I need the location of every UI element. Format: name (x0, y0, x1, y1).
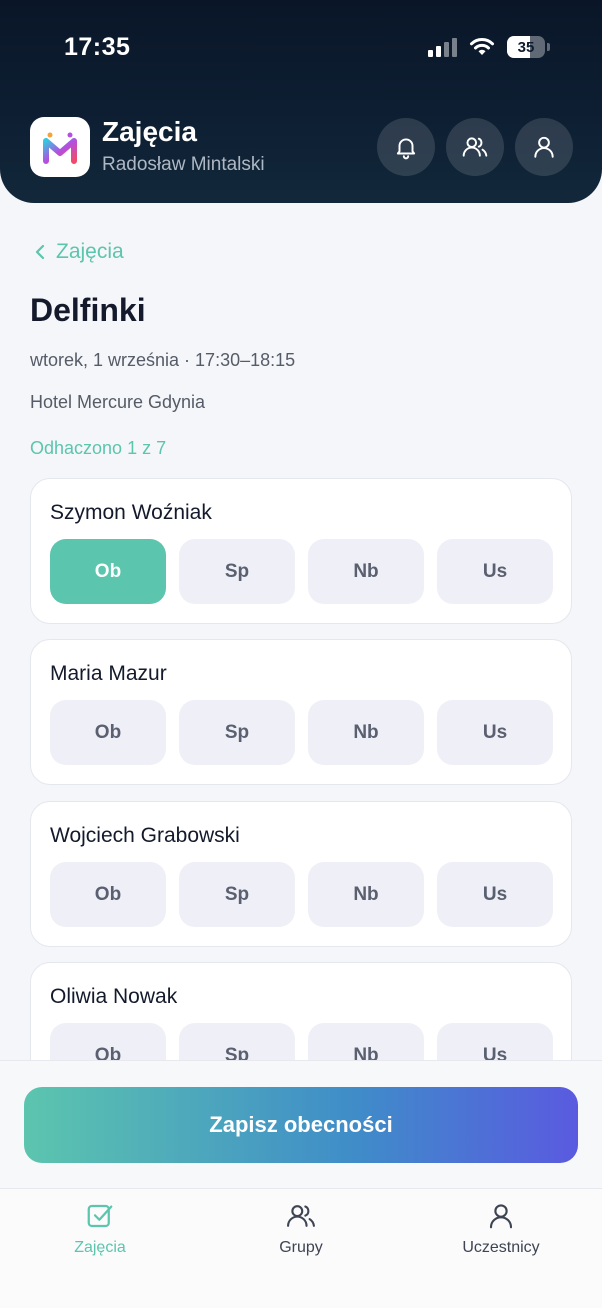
header-subtitle: Radosław Mintalski (102, 154, 265, 175)
attendance-options: Ob Sp Nb Us (50, 700, 553, 765)
nav-item-uczestnicy[interactable]: Uczestnicy (421, 1201, 581, 1257)
attendance-option-us[interactable]: Us (437, 700, 553, 765)
save-bar: Zapisz obecności (0, 1060, 602, 1188)
attendance-options: Ob Sp Nb Us (50, 862, 553, 927)
nav-item-grupy[interactable]: Grupy (221, 1201, 381, 1257)
participant-card: Wojciech Grabowski Ob Sp Nb Us (30, 801, 572, 947)
bottom-navigation: Zajęcia Grupy Uczestnicy (0, 1188, 602, 1308)
status-time: 17:35 (64, 33, 131, 61)
back-link-label: Zajęcia (56, 240, 124, 263)
attendance-option-us[interactable]: Us (437, 539, 553, 604)
save-attendance-button[interactable]: Zapisz obecności (24, 1087, 578, 1163)
session-location: Hotel Mercure Gdynia (30, 392, 206, 412)
back-link[interactable]: Zajęcia (34, 240, 124, 264)
participant-name: Szymon Woźniak (50, 501, 212, 524)
user-icon (534, 136, 554, 158)
header-title: Zajęcia (102, 116, 197, 147)
participants-list[interactable]: Szymon Woźniak Ob Sp Nb Us Maria Mazur O… (0, 470, 602, 1060)
battery-cap (547, 43, 550, 51)
attendance-options: Ob Sp Nb Us (50, 539, 553, 604)
attendance-option-nb[interactable]: Nb (308, 862, 424, 927)
group-title: Delfinki (30, 292, 146, 328)
session-datetime: wtorek, 1 września · 17:30–18:15 (30, 350, 296, 370)
user-icon (489, 1204, 513, 1229)
attendance-option-sp[interactable]: Sp (179, 539, 295, 604)
users-icon (287, 1205, 315, 1227)
nav-label: Zajęcia (74, 1239, 126, 1256)
groups-button[interactable] (446, 118, 504, 176)
attendance-option-us[interactable]: Us (437, 862, 553, 927)
cellular-signal-icon (428, 37, 457, 57)
participant-name: Wojciech Grabowski (50, 824, 240, 847)
attendance-option-sp[interactable]: Sp (179, 700, 295, 765)
attendance-option-us[interactable]: Us (437, 1023, 553, 1060)
participant-card: Szymon Woźniak Ob Sp Nb Us (30, 478, 572, 624)
attendance-options: Ob Sp Nb Us (50, 1023, 553, 1060)
app-header: 17:35 35 Zajęcia Radosław Mintalski (0, 0, 602, 203)
attendance-option-ob[interactable]: Ob (50, 539, 166, 604)
participant-name: Oliwia Nowak (50, 985, 178, 1008)
profile-button[interactable] (515, 118, 573, 176)
app-logo (30, 117, 90, 177)
nav-label: Grupy (279, 1239, 323, 1256)
nav-label: Uczestnicy (462, 1239, 540, 1256)
attendance-option-nb[interactable]: Nb (308, 539, 424, 604)
attendance-option-ob[interactable]: Ob (50, 862, 166, 927)
attendance-option-nb[interactable]: Nb (308, 1023, 424, 1060)
attendance-option-sp[interactable]: Sp (179, 862, 295, 927)
attendance-progress: Odhaczono 1 z 7 (30, 438, 167, 458)
checkbox-icon (87, 1204, 113, 1228)
attendance-option-ob[interactable]: Ob (50, 700, 166, 765)
attendance-option-ob[interactable]: Ob (50, 1023, 166, 1060)
logo-m-icon (43, 132, 77, 164)
chevron-left-icon (35, 244, 45, 260)
participant-card: Oliwia Nowak Ob Sp Nb Us (30, 962, 572, 1060)
notifications-button[interactable] (377, 118, 435, 176)
attendance-option-nb[interactable]: Nb (308, 700, 424, 765)
bell-icon (396, 138, 416, 160)
battery-level: 35 (517, 38, 535, 56)
users-icon (462, 137, 488, 157)
participant-card: Maria Mazur Ob Sp Nb Us (30, 639, 572, 785)
app-screen: 17:35 35 Zajęcia Radosław Mintalski Zaję… (0, 0, 602, 1308)
battery-icon: 35 (507, 36, 545, 58)
wifi-icon (470, 38, 494, 55)
attendance-option-sp[interactable]: Sp (179, 1023, 295, 1060)
nav-item-zajecia[interactable]: Zajęcia (20, 1201, 180, 1257)
participant-name: Maria Mazur (50, 662, 167, 685)
status-icons: 35 (428, 36, 550, 58)
